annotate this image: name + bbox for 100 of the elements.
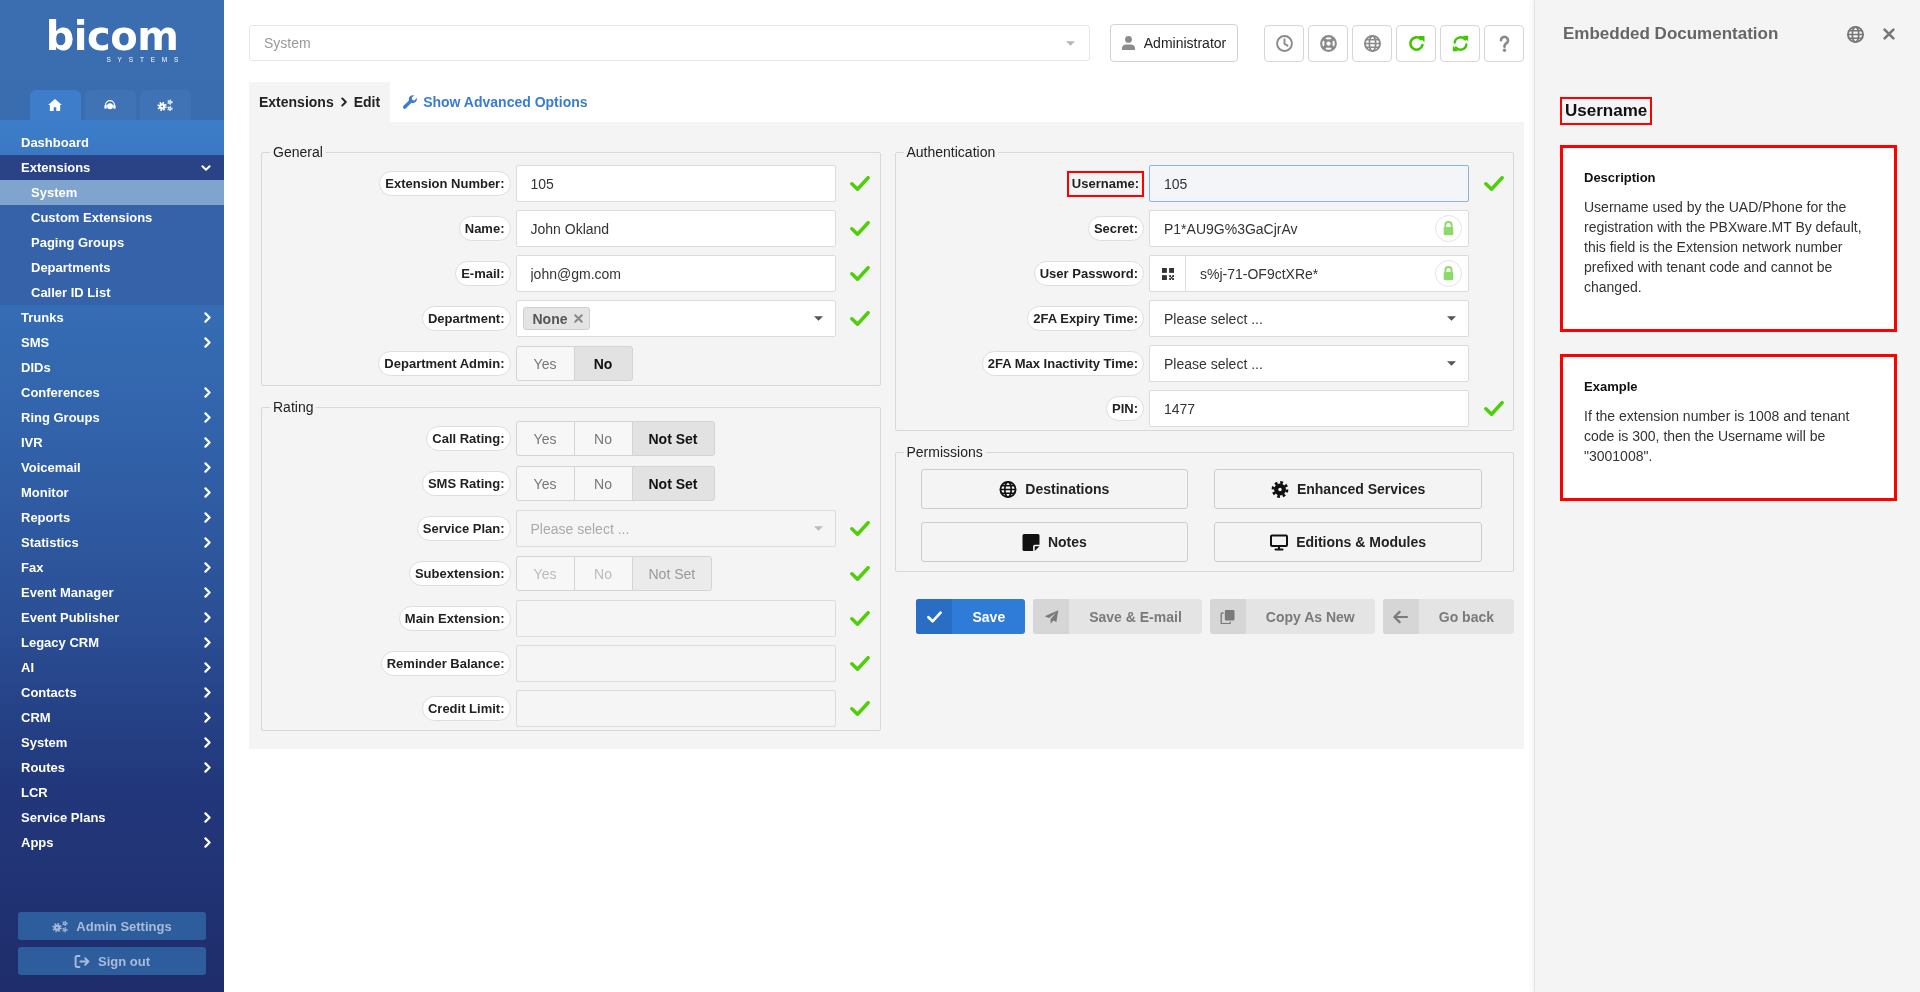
field-label: User Password: xyxy=(1033,261,1144,286)
sidebar-tab[interactable] xyxy=(29,90,81,120)
lock-icon xyxy=(1435,215,1462,242)
sidebar-menu-item[interactable]: Service Plans xyxy=(0,805,224,830)
chevron-right-icon xyxy=(204,562,211,573)
sign-out-button[interactable]: Sign out xyxy=(18,947,206,975)
toggle-option[interactable]: No xyxy=(573,421,633,456)
chevron-right-icon xyxy=(340,97,347,107)
sidebar-menu-item[interactable]: Event Manager xyxy=(0,580,224,605)
sidebar-menu-item[interactable]: Fax xyxy=(0,555,224,580)
sidebar-menu-item[interactable]: IVR xyxy=(0,430,224,455)
clock-button[interactable] xyxy=(1264,24,1304,62)
permission-button[interactable]: Notes xyxy=(920,522,1189,562)
sidebar-menu-item[interactable]: Apps xyxy=(0,830,224,855)
card-title: Example xyxy=(1584,378,1639,396)
settings-button[interactable]: Admin Settings xyxy=(18,912,206,940)
toggle-option[interactable]: Yes xyxy=(515,466,575,501)
toggle-option[interactable]: Yes xyxy=(515,346,575,381)
sidebar-menu-item[interactable]: Conferences xyxy=(0,380,224,405)
sidebar-menu-item[interactable]: LCR xyxy=(0,780,224,805)
sidebar-menu-item[interactable]: Legacy CRM xyxy=(0,630,224,655)
permission-button[interactable]: Destinations xyxy=(920,469,1189,509)
sidebar-menu-item[interactable]: Dashboard xyxy=(0,130,224,155)
chevron-right-icon xyxy=(204,687,211,698)
field-label: Name: xyxy=(458,216,511,241)
input-field[interactable]: john@gm.com xyxy=(515,255,836,292)
chevron-down-icon xyxy=(201,164,211,171)
sidebar-menu-item[interactable]: CRM xyxy=(0,705,224,730)
sidebar-menu-item[interactable]: System xyxy=(0,730,224,755)
sidebar-submenu-item[interactable]: Caller ID List xyxy=(0,280,224,305)
sidebar-menu-item[interactable]: Voicemail xyxy=(0,455,224,480)
sign-out-icon xyxy=(74,954,90,968)
field-label: 2FA Expiry Time: xyxy=(1027,306,1144,331)
chevron-right-icon xyxy=(204,462,211,473)
clock-icon xyxy=(1275,34,1293,52)
selected-tag[interactable]: None xyxy=(522,307,590,330)
globe-button[interactable] xyxy=(1352,24,1392,62)
input-field[interactable]: 105 xyxy=(1149,165,1469,202)
sidebar-submenu-item[interactable]: Paging Groups xyxy=(0,230,224,255)
chevron-right-icon xyxy=(204,737,211,748)
sidebar-menu-item[interactable]: Reports xyxy=(0,505,224,530)
password-field[interactable]: s%j-71-OF9ctXRe* xyxy=(1149,255,1469,292)
advanced-options-link[interactable]: Show Advanced Options xyxy=(403,82,588,122)
field-label: SMS Rating: xyxy=(421,471,511,496)
select-field[interactable]: None xyxy=(515,300,836,337)
monitor-icon xyxy=(1270,533,1289,551)
card-title: Description xyxy=(1584,169,1657,187)
input-field[interactable]: 1477 xyxy=(1149,390,1469,427)
select-field[interactable]: Please select ... xyxy=(1149,300,1469,337)
sidebar-menu-item[interactable]: AI xyxy=(0,655,224,680)
sidebar-menu-item[interactable]: Statistics xyxy=(0,530,224,555)
chevron-right-icon xyxy=(204,662,211,673)
toggle-option[interactable]: No xyxy=(573,346,633,381)
password-field[interactable]: P1*AU9G%3GaCjrAv xyxy=(1149,210,1469,247)
qr-code-icon xyxy=(1161,267,1174,280)
sidebar-menu-item[interactable]: Event Publisher xyxy=(0,605,224,630)
action-button[interactable]: Save xyxy=(916,599,1026,634)
input-field[interactable]: John Okland xyxy=(515,210,836,247)
permission-button[interactable]: Editions & Modules xyxy=(1214,522,1482,562)
reload-icon xyxy=(1407,34,1425,52)
field-label: Call Rating: xyxy=(426,426,511,451)
field-label: Service Plan: xyxy=(416,516,511,541)
toggle-option[interactable]: Not Set xyxy=(631,421,715,456)
toggle-option[interactable]: Yes xyxy=(515,421,575,456)
sidebar-menu-item[interactable]: Contacts xyxy=(0,680,224,705)
input-field[interactable]: 105 xyxy=(515,165,836,202)
permission-button[interactable]: Enhanced Services xyxy=(1214,469,1482,509)
sidebar-submenu-item[interactable]: Custom Extensions xyxy=(0,205,224,230)
toggle-option[interactable]: No xyxy=(573,466,633,501)
chevron-right-icon xyxy=(204,337,211,348)
sidebar-menu-item[interactable]: SMS xyxy=(0,330,224,355)
toggle-option[interactable]: Not Set xyxy=(631,466,715,501)
panel-title: Embedded Documentation xyxy=(1563,24,1779,44)
sidebar-tab[interactable] xyxy=(84,90,136,120)
sync-button[interactable] xyxy=(1440,24,1480,62)
breadcrumb-item[interactable]: Edit xyxy=(353,94,381,110)
gears-icon xyxy=(157,98,173,112)
close-icon[interactable] xyxy=(1883,28,1895,40)
headset-icon xyxy=(103,99,117,111)
select-field[interactable]: Please select ... xyxy=(1149,345,1469,382)
sidebar-submenu-item[interactable]: Departments xyxy=(0,255,224,280)
sidebar-menu-item[interactable]: Extensions xyxy=(0,155,224,180)
sidebar-menu-item[interactable]: Ring Groups xyxy=(0,405,224,430)
sidebar-menu-item[interactable]: Trunks xyxy=(0,305,224,330)
globe-icon xyxy=(999,480,1018,498)
breadcrumb-item[interactable]: Extensions xyxy=(259,94,334,110)
check-icon xyxy=(916,599,953,634)
sidebar-tab[interactable] xyxy=(139,90,191,120)
reload-button[interactable] xyxy=(1396,24,1436,62)
lifebuoy-button[interactable] xyxy=(1308,24,1348,62)
sidebar-menu-item[interactable]: DIDs xyxy=(0,355,224,380)
user-menu-button[interactable]: Administrator xyxy=(1110,24,1238,62)
gears-icon xyxy=(52,919,69,933)
user-icon xyxy=(1121,36,1135,50)
sidebar-menu-item[interactable]: Routes xyxy=(0,755,224,780)
globe-icon[interactable] xyxy=(1847,25,1864,43)
help-button[interactable] xyxy=(1484,24,1524,62)
lifebuoy-icon xyxy=(1319,34,1337,52)
sidebar-menu-item[interactable]: Monitor xyxy=(0,480,224,505)
chevron-right-icon xyxy=(204,587,211,598)
